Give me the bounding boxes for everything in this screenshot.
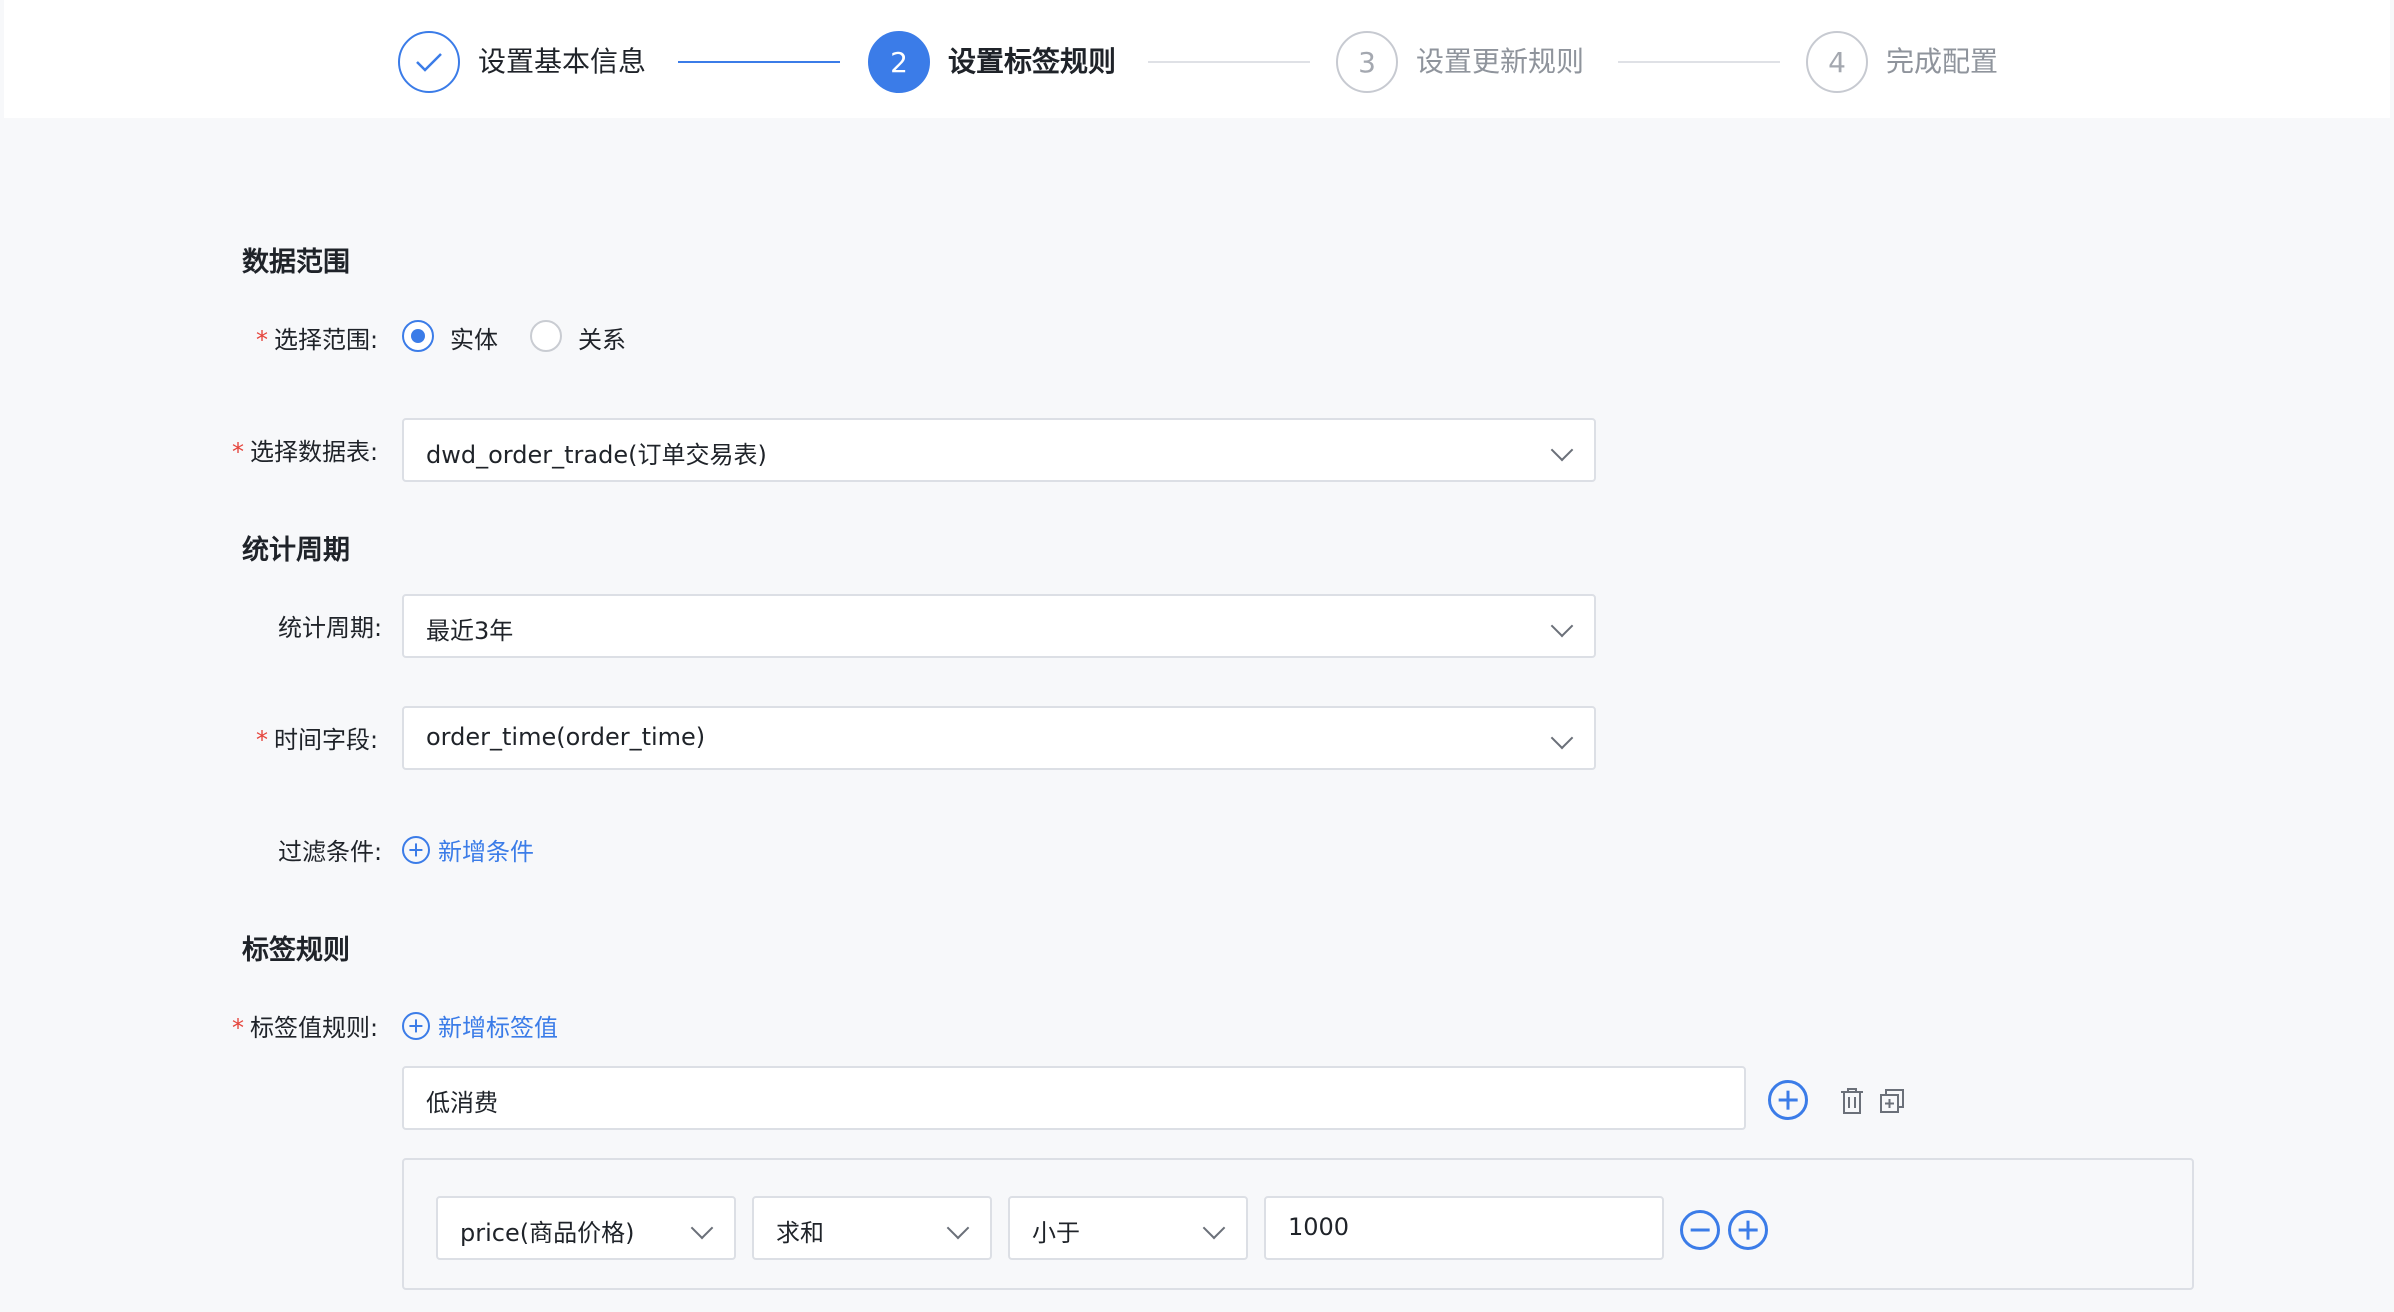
chevron-down-icon: [1202, 1216, 1226, 1240]
plus-circle-icon: [402, 1011, 430, 1040]
condition-value-input[interactable]: 1000: [1264, 1196, 1664, 1260]
time-field-select[interactable]: order_time(order_time): [402, 706, 1596, 770]
trash-icon: [1841, 1088, 1863, 1114]
minus-circle-icon: [1680, 1210, 1720, 1250]
section-title-data-scope: 数据范围: [242, 247, 350, 278]
condition-operator-value: 小于: [1032, 1219, 1080, 1247]
step-4-number: 4: [1806, 31, 1868, 93]
period-select[interactable]: 最近3年: [402, 594, 1596, 658]
condition-field-value: price(商品价格): [460, 1219, 635, 1247]
step-4-label: 完成配置: [1886, 45, 1999, 78]
add-tag-value-label: 新增标签值: [438, 1014, 558, 1042]
plus-circle-icon: [1728, 1210, 1768, 1250]
plus-circle-icon: [402, 835, 430, 864]
add-condition-button[interactable]: [1728, 1210, 1776, 1254]
table-label: * 选择数据表:: [232, 438, 379, 466]
table-select[interactable]: dwd_order_trade(订单交易表): [402, 418, 1596, 482]
tag-rule-label: * 标签值规则:: [232, 1014, 379, 1042]
radio-entity-label[interactable]: 实体: [450, 320, 498, 355]
chevron-down-icon: [1550, 726, 1574, 750]
step-connector-1: [678, 61, 840, 63]
page: 设置基本信息 2 设置标签规则 3 设置更新规则 4 完成配置 数据范围 * 选择…: [0, 0, 2394, 1312]
step-connector-2: [1148, 61, 1310, 63]
time-field-label: * 时间字段:: [256, 726, 379, 754]
radio-relation[interactable]: [530, 320, 562, 352]
radio-relation-label[interactable]: 关系: [578, 320, 626, 355]
condition-operator-select[interactable]: 小于: [1008, 1196, 1248, 1260]
section-title-tag-rules: 标签规则: [242, 935, 350, 966]
table-select-value: dwd_order_trade(订单交易表): [426, 441, 767, 469]
add-rule-group-button[interactable]: [1768, 1080, 1816, 1124]
steps-bar: 设置基本信息 2 设置标签规则 3 设置更新规则 4 完成配置: [4, 0, 2390, 118]
tag-value-input-value: 低消费: [426, 1089, 498, 1117]
copy-icon: [1880, 1089, 1904, 1113]
radio-entity[interactable]: [402, 320, 434, 352]
chevron-down-icon: [1550, 438, 1574, 462]
condition-aggregate-select[interactable]: 求和: [752, 1196, 992, 1260]
copy-button[interactable]: [1878, 1086, 1906, 1120]
chevron-down-icon: [690, 1216, 714, 1240]
step-2-number: 2: [868, 31, 930, 93]
add-condition-link[interactable]: 新增条件: [402, 832, 534, 867]
plus-circle-icon: [1768, 1080, 1808, 1120]
add-tag-value-link[interactable]: 新增标签值: [402, 1008, 558, 1043]
condition-aggregate-value: 求和: [776, 1219, 824, 1247]
period-select-value: 最近3年: [426, 617, 514, 645]
condition-value: 1000: [1288, 1213, 1350, 1241]
chevron-down-icon: [946, 1216, 970, 1240]
remove-condition-button[interactable]: [1680, 1210, 1728, 1254]
section-title-period: 统计周期: [242, 535, 350, 566]
step-connector-3: [1618, 61, 1780, 63]
range-label: * 选择范围:: [256, 326, 379, 354]
step-2-label: 设置标签规则: [948, 45, 1117, 78]
filter-label: 过滤条件:: [278, 838, 383, 866]
time-field-select-value: order_time(order_time): [426, 723, 706, 751]
step-1-label: 设置基本信息: [478, 45, 647, 78]
step-3-label: 设置更新规则: [1416, 45, 1585, 78]
period-label: 统计周期:: [278, 614, 383, 642]
delete-button[interactable]: [1838, 1086, 1866, 1120]
add-condition-label: 新增条件: [438, 838, 534, 866]
step-3-number: 3: [1336, 31, 1398, 93]
condition-field-select[interactable]: price(商品价格): [436, 1196, 736, 1260]
chevron-down-icon: [1550, 614, 1574, 638]
step-1-check-icon: [398, 31, 460, 93]
tag-value-input[interactable]: 低消费: [402, 1066, 1746, 1130]
